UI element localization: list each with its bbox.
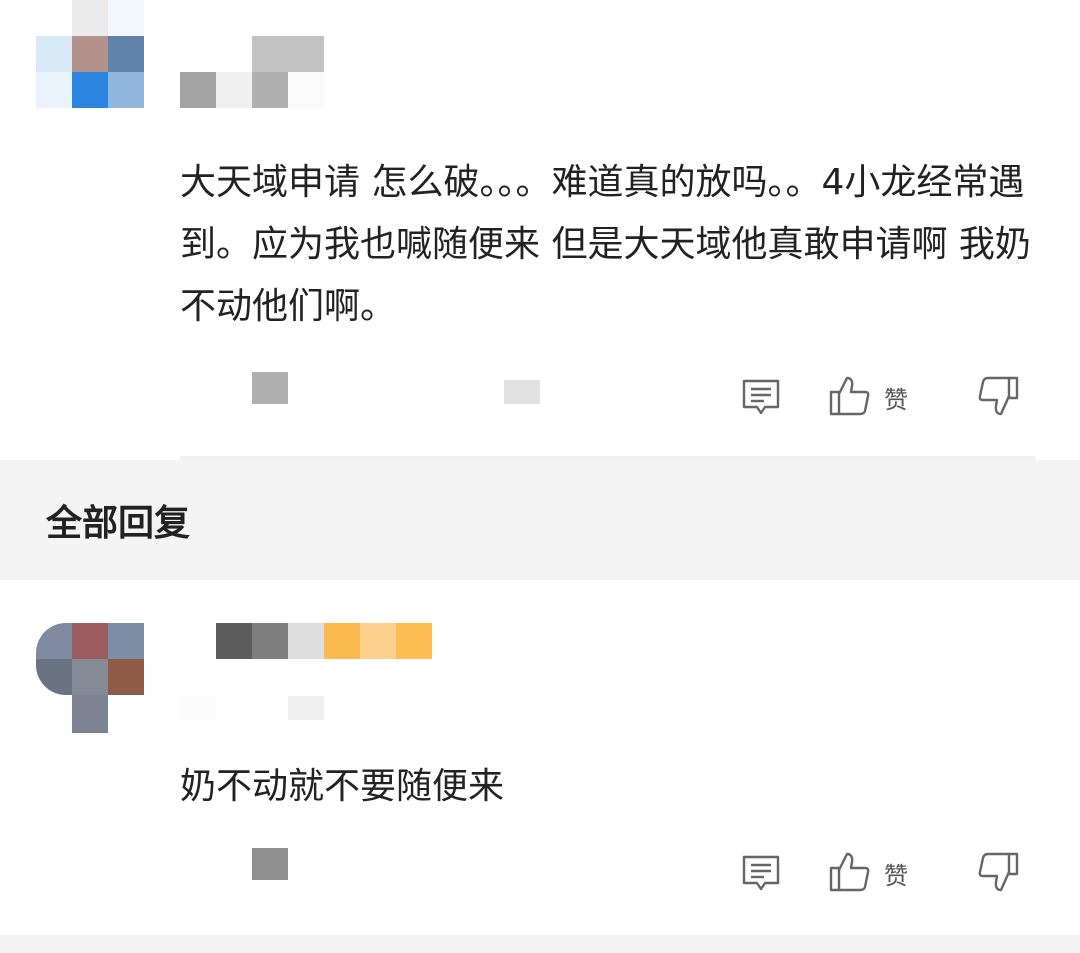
reply-meta-redacted [288, 696, 324, 720]
avatar-pixel [36, 72, 72, 108]
username-pixel [324, 623, 360, 659]
thumbs-up-icon[interactable] [828, 850, 872, 894]
username-pixel [180, 72, 216, 108]
avatar-pixel [72, 0, 108, 36]
avatar-pixel [108, 36, 144, 72]
bottom-divider [0, 935, 1080, 953]
username-pixel [216, 72, 252, 108]
avatar-pixel [108, 659, 144, 695]
thumbs-up-icon[interactable] [828, 374, 872, 418]
username-pixel [252, 72, 288, 108]
username-redacted[interactable] [216, 623, 432, 659]
avatar-pixel [108, 623, 144, 659]
thumbs-down-icon[interactable] [976, 850, 1020, 894]
username-redacted[interactable] [180, 36, 324, 108]
avatar-pixel [72, 659, 108, 695]
avatar-pixel [72, 695, 108, 733]
reply-stats-redacted [252, 848, 288, 880]
avatar-pixel [108, 0, 144, 36]
username-pixel [252, 36, 324, 72]
avatar-pixel [108, 72, 144, 108]
comment-meta-redacted [504, 380, 540, 404]
comment-meta-redacted [252, 372, 288, 404]
username-pixel [288, 72, 324, 108]
like-label[interactable]: 赞 [884, 856, 908, 891]
reply-meta-redacted [180, 696, 216, 720]
username-pixel [396, 623, 432, 659]
avatar[interactable] [36, 0, 144, 108]
avatar[interactable] [36, 623, 144, 733]
avatar-pixel [36, 36, 72, 72]
section-title: 全部回复 [46, 503, 191, 544]
avatar-pixel [36, 659, 72, 695]
avatar-pixel [36, 623, 72, 659]
avatar-pixel [72, 36, 108, 72]
comment-icon[interactable] [740, 852, 782, 894]
avatar-pixel [72, 623, 108, 659]
thumbs-down-icon[interactable] [976, 374, 1020, 418]
comment-text: 大天域申请 怎么破。。。难道真的放吗。。4小龙经常遇到。应为我也喊随便来 但是大… [180, 162, 1031, 327]
username-pixel [216, 623, 252, 659]
username-pixel [252, 623, 288, 659]
avatar-pixel [72, 72, 108, 108]
reply-text: 奶不动就不要随便来 [180, 766, 505, 807]
comment-icon[interactable] [740, 376, 782, 418]
username-pixel [288, 623, 324, 659]
like-label[interactable]: 赞 [884, 380, 908, 415]
username-pixel [360, 623, 396, 659]
